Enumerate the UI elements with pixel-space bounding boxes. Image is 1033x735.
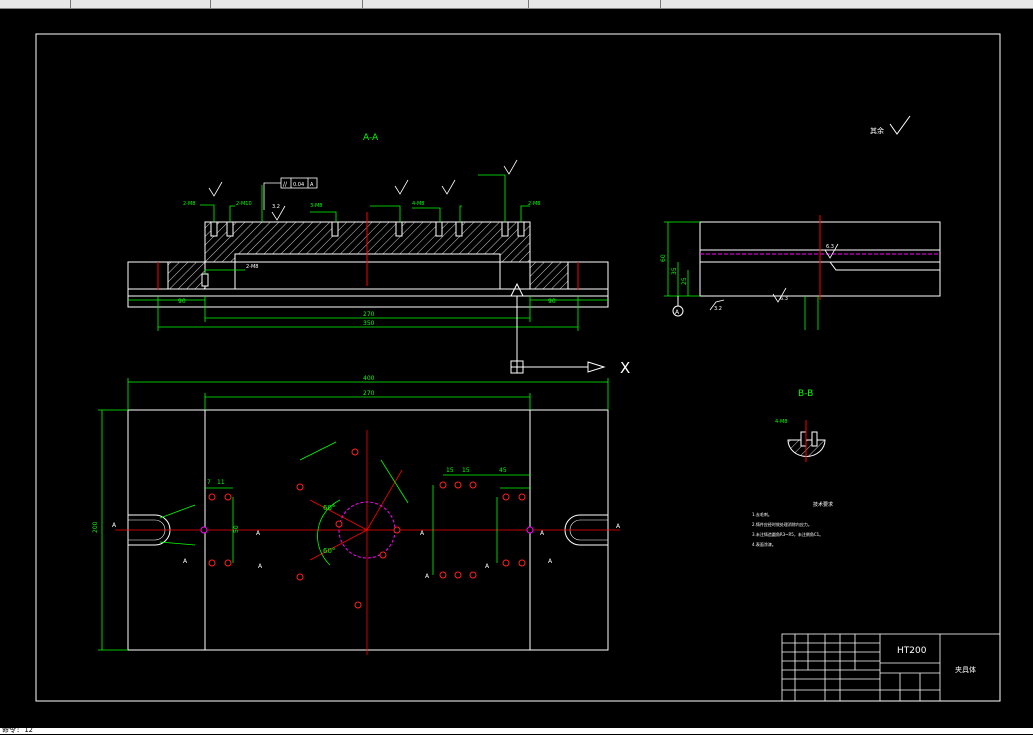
dim-plan-11: 11 [217,479,225,486]
svg-text:A: A [540,530,545,537]
title-material: HT200 [897,646,927,656]
ucs-icon [510,300,606,374]
dim-plan-200: 200 [92,521,99,533]
dim-plan-15b: 15 [462,467,470,474]
callout-hole-inner: 2-M8 [246,264,258,270]
datum-a-letter: A [675,309,680,316]
dim-plan-7: 7 [207,479,211,486]
application-toolbar-strip [0,0,1033,9]
datum-a-symbol: A [672,296,684,317]
toolbar-separator [70,0,71,8]
dim-plan-15a: 15 [446,467,454,474]
callout-hole-left: 2-M8 [183,201,195,207]
flatness-value: 0.04 [293,182,304,188]
tech-req-title: 技术要求 [813,501,833,508]
dim-side-60: 60 [660,254,667,262]
side-dimensions [664,221,819,330]
roughness-general-symbol [889,115,911,135]
svg-text:A: A [548,558,553,565]
ucs-x-label: X [620,359,630,377]
tech-req-line-4: 4.表面涂漆。 [752,541,776,547]
angle-60-bottom: 60° [323,547,335,555]
svg-text:A: A [256,530,261,537]
parallel-symbol: // [283,181,288,188]
cad-drawing-canvas[interactable]: A-A 90 90 270 350 2-M8 2-M10 3-M8 4-M8 2… [0,9,1033,731]
dim-aa-270: 270 [363,311,375,318]
dim-side-25: 25 [681,277,688,285]
dim-plan-400: 400 [363,375,375,382]
toolbar-separator [362,0,363,8]
section-aa-view [127,221,609,308]
roughness-other-note: 其余 [870,126,884,135]
plan-centerlines [115,430,620,655]
callout-hole-2m10: 2-M10 [236,201,252,207]
roughness-32: 3.2 [272,204,280,210]
toolbar-separator [210,0,211,8]
svg-text:A: A [485,563,490,570]
svg-text:A: A [112,522,117,529]
drawing-svg: A-A 90 90 270 350 2-M8 2-M10 3-M8 4-M8 2… [35,33,1001,702]
dim-plan-45: 45 [499,467,507,474]
dim-aa-90-left: 90 [178,298,186,305]
dim-side-35: 35 [671,267,678,275]
command-line[interactable]: 命令: 12 [0,726,1033,734]
svg-text:A: A [425,573,430,580]
bb-hole-callout: 4-M8 [775,419,787,425]
section-aa-label: A-A [363,133,379,143]
section-bb-label: B-B [798,389,813,399]
callout-hole-right: 2-M8 [528,201,540,207]
angle-60-top: 60° [323,504,335,512]
dim-plan-270: 270 [363,390,375,397]
callout-hole-4m8: 4-M8 [412,201,424,207]
callout-hole-3m8: 3-M8 [310,203,322,209]
svg-text:A: A [258,563,263,570]
side-rough-32: 3.2 [714,306,722,312]
svg-text:A: A [616,523,621,530]
dim-plan-50: 50 [233,525,240,533]
roughness-symbols [208,159,518,221]
plan-dimensions [98,378,609,651]
title-part-name: 夹具体 [955,665,976,674]
side-rough-63b: 6.3 [780,296,788,302]
tech-req-line-2: 2.铸件应经时效处理消除内应力。 [752,521,812,527]
svg-text:A: A [183,558,188,565]
tech-req-line-1: 1.去毛刺。 [752,511,772,517]
svg-text:A: A [420,530,425,537]
toolbar-separator [660,0,661,8]
toolbar-separator [528,0,529,8]
tech-req-line-3: 3.未注铸造圆角R3~R5，未注倒角C1。 [752,531,823,537]
side-rough-63a: 6.3 [826,244,834,250]
datum-ref: A [310,182,314,188]
dim-aa-90-right: 90 [548,298,556,305]
dim-aa-350: 350 [363,320,375,327]
